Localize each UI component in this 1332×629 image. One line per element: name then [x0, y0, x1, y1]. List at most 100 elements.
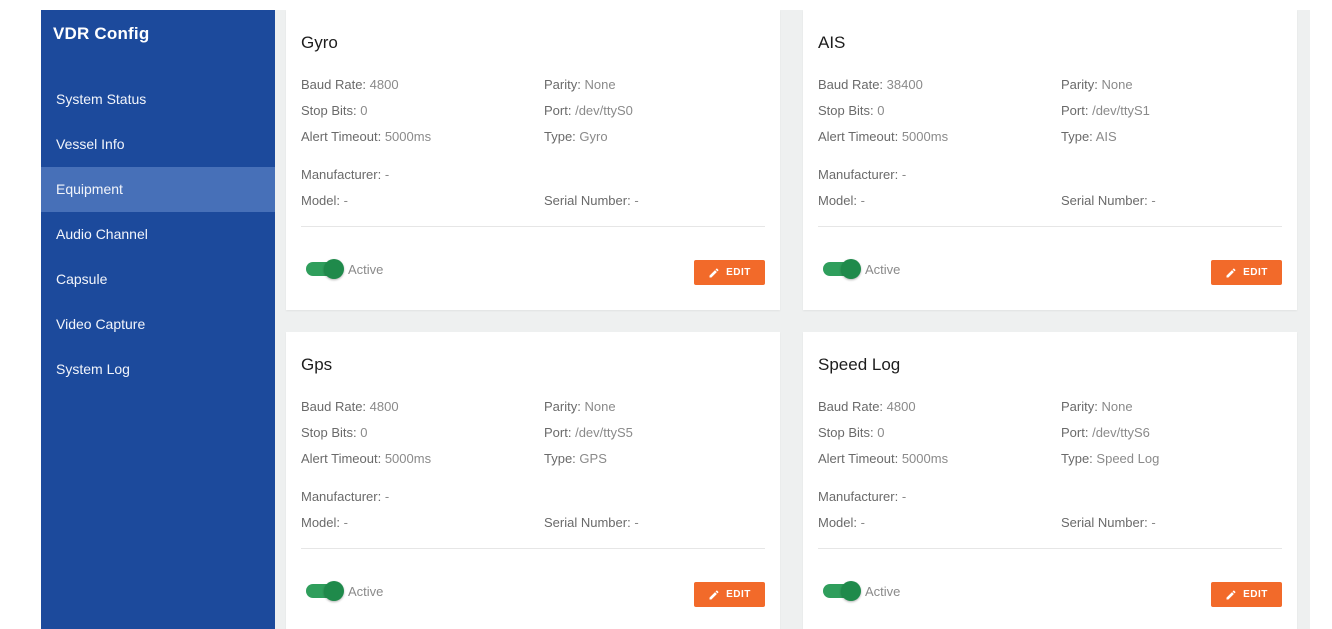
- port-label: Port:: [1061, 425, 1089, 440]
- manufacturer-field: Manufacturer: -: [301, 167, 389, 182]
- edit-button[interactable]: EDIT: [1211, 582, 1282, 607]
- type-value: AIS: [1095, 129, 1117, 144]
- parity-value: None: [1101, 77, 1133, 92]
- manufacturer-field: Manufacturer: -: [818, 489, 906, 504]
- port-field: Port: /dev/ttyS5: [544, 425, 633, 440]
- parity-label: Parity:: [544, 399, 581, 414]
- edit-label: EDIT: [726, 589, 751, 600]
- active-toggle[interactable]: [306, 259, 344, 279]
- toggle-knob: [324, 581, 344, 601]
- serial-number-label: Serial Number:: [1061, 515, 1148, 530]
- baud-rate-label: Baud Rate:: [818, 77, 884, 92]
- sidebar-item-capsule[interactable]: Capsule: [41, 257, 275, 302]
- parity-field: Parity: None: [1061, 77, 1133, 92]
- type-field: Type: Speed Log: [1061, 451, 1159, 466]
- baud-rate-label: Baud Rate:: [301, 77, 367, 92]
- type-label: Type:: [1061, 451, 1093, 466]
- card-divider: [818, 226, 1282, 227]
- type-field: Type: GPS: [544, 451, 607, 466]
- port-label: Port:: [1061, 103, 1089, 118]
- baud-rate-value: 4800: [369, 77, 399, 92]
- serial-number-field: Serial Number: -: [1061, 515, 1156, 530]
- pencil-icon: [709, 589, 719, 599]
- model-value: -: [343, 515, 348, 530]
- stop-bits-value: 0: [877, 103, 885, 118]
- baud-rate-field: Baud Rate: 4800: [818, 399, 916, 414]
- alert-timeout-field: Alert Timeout: 5000ms: [818, 129, 948, 144]
- port-field: Port: /dev/ttyS1: [1061, 103, 1150, 118]
- stop-bits-label: Stop Bits:: [818, 103, 874, 118]
- card-divider: [301, 226, 765, 227]
- edit-label: EDIT: [1243, 589, 1268, 600]
- baud-rate-value: 4800: [886, 399, 916, 414]
- sidebar-item-system-log[interactable]: System Log: [41, 347, 275, 392]
- alert-timeout-field: Alert Timeout: 5000ms: [818, 451, 948, 466]
- active-label: Active: [865, 584, 901, 599]
- model-field: Model: -: [301, 515, 348, 530]
- manufacturer-field: Manufacturer: -: [818, 167, 906, 182]
- edit-button[interactable]: EDIT: [1211, 260, 1282, 285]
- device-name: Gps: [301, 355, 333, 374]
- parity-field: Parity: None: [544, 77, 616, 92]
- toggle-knob: [324, 259, 344, 279]
- active-label: Active: [348, 262, 384, 277]
- card-divider: [301, 548, 765, 549]
- port-value: /dev/ttyS6: [1092, 425, 1150, 440]
- manufacturer-label: Manufacturer:: [818, 489, 899, 504]
- alert-timeout-field: Alert Timeout: 5000ms: [301, 451, 431, 466]
- parity-label: Parity:: [1061, 399, 1098, 414]
- alert-timeout-field: Alert Timeout: 5000ms: [301, 129, 431, 144]
- device-card-speed-log: Speed Log Baud Rate: 4800 Stop Bits: 0 A…: [803, 332, 1297, 629]
- sidebar-item-audio-channel[interactable]: Audio Channel: [41, 212, 275, 257]
- serial-number-field: Serial Number: -: [544, 515, 639, 530]
- model-value: -: [860, 193, 865, 208]
- device-name: Speed Log: [818, 355, 901, 374]
- manufacturer-value: -: [384, 167, 390, 182]
- active-toggle[interactable]: [823, 259, 861, 279]
- stop-bits-label: Stop Bits:: [301, 425, 357, 440]
- pencil-icon: [1226, 589, 1236, 599]
- model-label: Model:: [818, 193, 858, 208]
- device-name: Gyro: [301, 33, 338, 52]
- stop-bits-field: Stop Bits: 0: [818, 103, 885, 118]
- port-field: Port: /dev/ttyS6: [1061, 425, 1150, 440]
- baud-rate-label: Baud Rate:: [301, 399, 367, 414]
- baud-rate-field: Baud Rate: 38400: [818, 77, 923, 92]
- port-label: Port:: [544, 425, 572, 440]
- model-field: Model: -: [301, 193, 348, 208]
- type-label: Type:: [1061, 129, 1093, 144]
- edit-button[interactable]: EDIT: [694, 260, 765, 285]
- type-value: Gyro: [579, 129, 608, 144]
- model-field: Model: -: [818, 193, 865, 208]
- manufacturer-value: -: [901, 489, 907, 504]
- serial-number-value: -: [1151, 515, 1156, 530]
- manufacturer-label: Manufacturer:: [301, 489, 382, 504]
- sidebar-item-vessel-info[interactable]: Vessel Info: [41, 122, 275, 167]
- edit-button[interactable]: EDIT: [694, 582, 765, 607]
- baud-rate-value: 4800: [369, 399, 399, 414]
- alert-timeout-value: 5000ms: [384, 129, 432, 144]
- device-name: AIS: [818, 33, 846, 52]
- edit-label: EDIT: [1243, 267, 1268, 278]
- alert-timeout-label: Alert Timeout:: [818, 129, 899, 144]
- active-toggle[interactable]: [823, 581, 861, 601]
- parity-field: Parity: None: [1061, 399, 1133, 414]
- serial-number-label: Serial Number:: [1061, 193, 1148, 208]
- active-toggle[interactable]: [306, 581, 344, 601]
- pencil-icon: [1226, 267, 1236, 277]
- parity-label: Parity:: [1061, 77, 1098, 92]
- manufacturer-label: Manufacturer:: [301, 167, 382, 182]
- edit-label: EDIT: [726, 267, 751, 278]
- serial-number-field: Serial Number: -: [544, 193, 639, 208]
- alert-timeout-label: Alert Timeout:: [301, 129, 382, 144]
- type-value: Speed Log: [1096, 451, 1160, 466]
- sidebar-item-system-status[interactable]: System Status: [41, 77, 275, 122]
- sidebar-item-equipment[interactable]: Equipment: [41, 167, 275, 212]
- stop-bits-field: Stop Bits: 0: [301, 103, 368, 118]
- serial-number-label: Serial Number:: [544, 515, 631, 530]
- alert-timeout-value: 5000ms: [901, 451, 949, 466]
- stop-bits-label: Stop Bits:: [301, 103, 357, 118]
- equipment-grid: Gyro Baud Rate: 4800 Stop Bits: 0 Alert …: [275, 10, 1310, 629]
- baud-rate-field: Baud Rate: 4800: [301, 77, 399, 92]
- sidebar-item-video-capture[interactable]: Video Capture: [41, 302, 275, 347]
